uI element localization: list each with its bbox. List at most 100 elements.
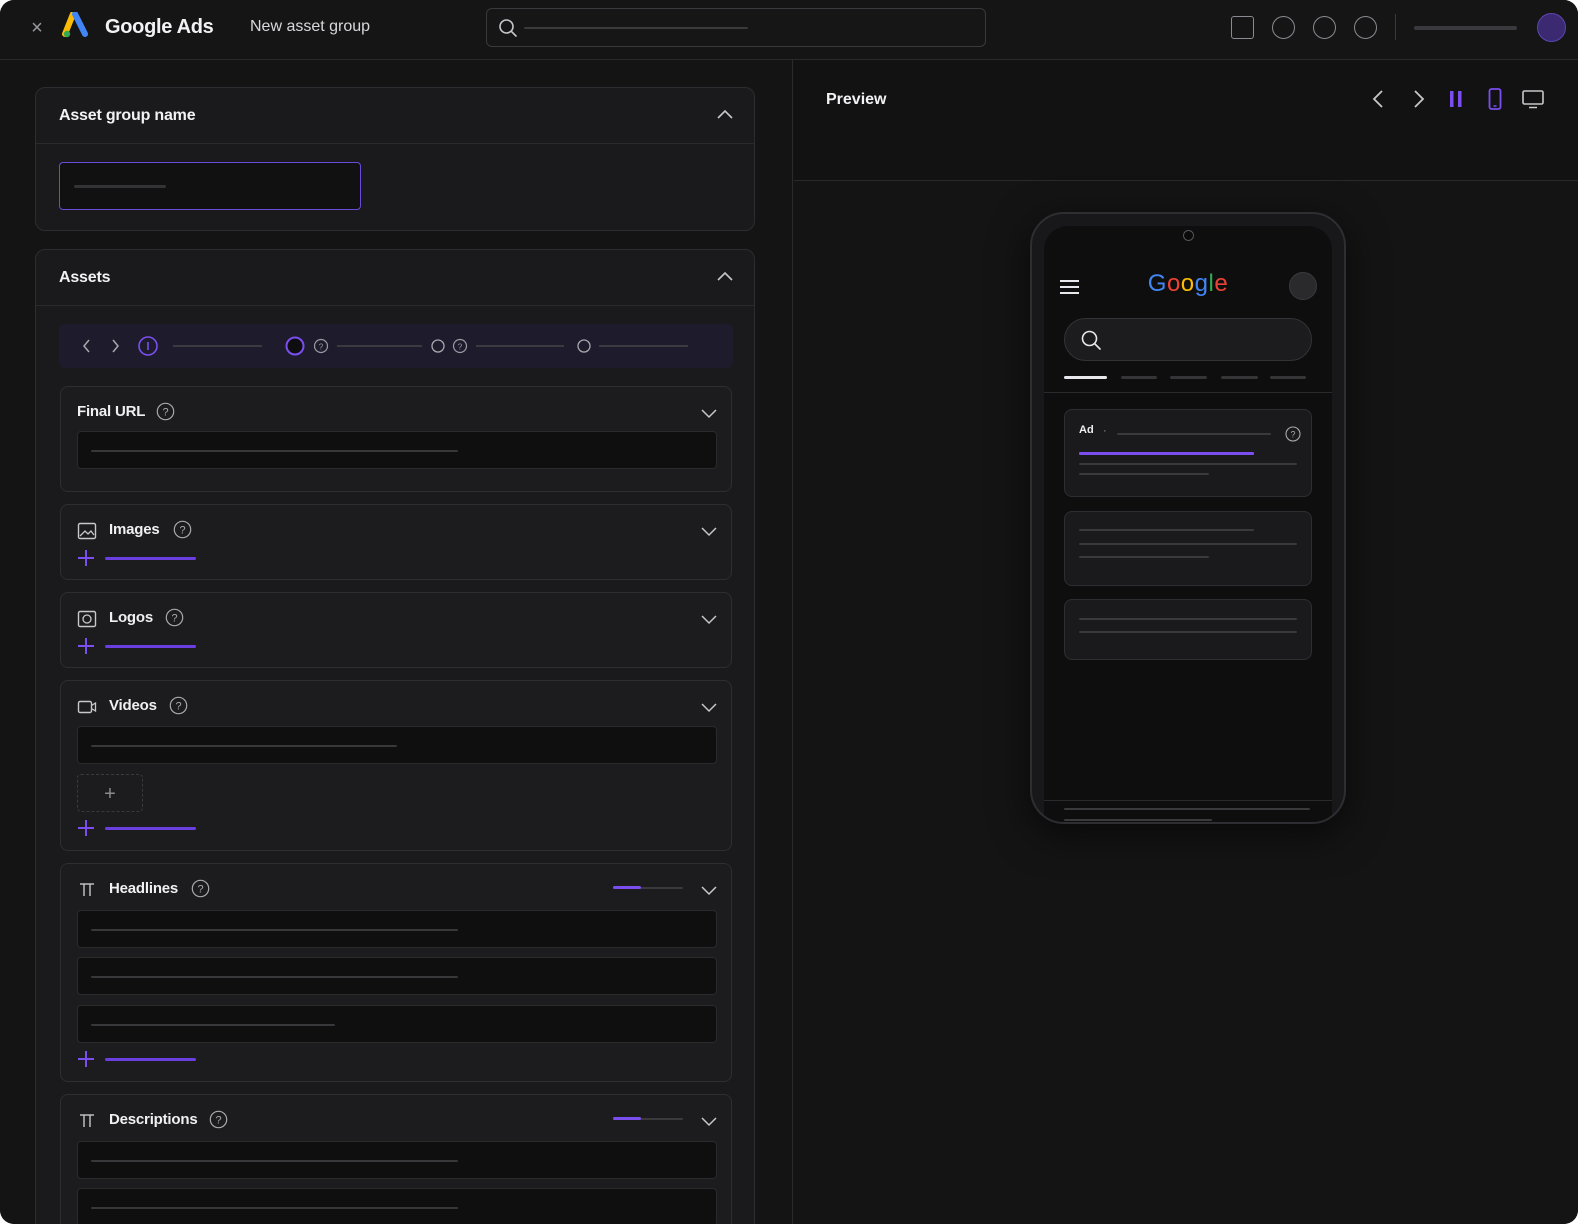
plus-icon: [78, 550, 94, 566]
help-icon[interactable]: ?: [191, 879, 210, 898]
asset-stepper: ? ?: [59, 324, 733, 368]
input-placeholder: [91, 745, 397, 747]
meter-fill: [613, 886, 641, 889]
svg-text:?: ?: [319, 343, 324, 352]
ad-result-card: Ad · ?: [1064, 409, 1312, 497]
chevron-right-icon[interactable]: [1407, 88, 1429, 110]
ad-headline-line: [1079, 452, 1254, 455]
input-placeholder: [91, 1160, 458, 1162]
search-icon: [499, 19, 517, 37]
tab: [1170, 376, 1207, 379]
video-icon: [77, 700, 97, 714]
result-card: [1064, 511, 1312, 586]
logo-letter: o: [1166, 270, 1181, 297]
asset-group-name-card: Asset group name: [35, 87, 755, 231]
chevron-down-icon[interactable]: [701, 699, 717, 715]
refresh-button[interactable]: [1313, 16, 1336, 39]
svg-text:?: ?: [1290, 430, 1295, 440]
avatar[interactable]: [1537, 13, 1566, 42]
videos-section: Videos ? +: [60, 680, 732, 851]
grid-button[interactable]: [1231, 16, 1254, 39]
chevron-down-icon[interactable]: [701, 523, 717, 539]
left-panel: Asset group name Assets ? ? Final URL ? …: [0, 60, 793, 1224]
description-strength-meter: [613, 1117, 683, 1120]
logo-icon: [77, 610, 97, 628]
help-icon[interactable]: ?: [165, 608, 184, 627]
card-header[interactable]: Asset group name: [36, 88, 754, 144]
section-label: Final URL: [77, 403, 146, 420]
account-name[interactable]: [1414, 26, 1517, 30]
section-label: Logos: [109, 609, 153, 626]
asset-group-name-input[interactable]: [59, 162, 361, 210]
chevron-down-icon[interactable]: [701, 405, 717, 421]
step-icon: [577, 339, 591, 353]
svg-text:?: ?: [458, 343, 463, 352]
help-icon[interactable]: ?: [209, 1110, 228, 1129]
desktop-device-icon[interactable]: [1522, 88, 1544, 110]
mobile-search-bar: [1064, 318, 1312, 361]
preview-title: Preview: [826, 91, 887, 108]
mobile-tabs: [1064, 376, 1312, 380]
image-icon: [77, 522, 97, 540]
description-input[interactable]: [77, 1141, 717, 1179]
headline-input[interactable]: [77, 1005, 717, 1043]
final-url-input[interactable]: [77, 431, 717, 469]
help-icon: ?: [1285, 426, 1301, 442]
chevron-up-icon[interactable]: [716, 268, 734, 286]
pause-icon[interactable]: [1445, 88, 1467, 110]
tab-active: [1064, 376, 1107, 379]
logo-letter: e: [1214, 270, 1229, 297]
chevron-left-icon[interactable]: [1368, 88, 1390, 110]
card-header[interactable]: Assets: [36, 250, 754, 306]
help-icon[interactable]: ?: [156, 402, 175, 421]
chevron-down-icon[interactable]: [701, 611, 717, 627]
plus-icon: [78, 820, 94, 836]
input-placeholder: [91, 1024, 335, 1026]
search-icon: [1081, 330, 1101, 350]
svg-text:?: ?: [162, 407, 168, 419]
stepper-graphic: ? ?: [83, 336, 688, 356]
tab: [1221, 376, 1258, 379]
app-title: Google Ads: [105, 16, 214, 38]
logo-letter: G: [1147, 270, 1167, 297]
phone-mockup: Google Ad · ?: [1030, 212, 1346, 824]
chevron-down-icon[interactable]: [701, 1113, 717, 1129]
headline-input[interactable]: [77, 910, 717, 948]
help-icon[interactable]: ?: [173, 520, 192, 539]
description-input[interactable]: [77, 1188, 717, 1224]
add-label: [105, 645, 196, 648]
help-button[interactable]: [1354, 16, 1377, 39]
step-icon: [431, 339, 445, 353]
mobile-device-icon[interactable]: [1484, 88, 1506, 110]
video-upload-tile[interactable]: +: [77, 774, 143, 812]
section-label: Images: [109, 521, 160, 538]
camera-icon: [1183, 230, 1194, 241]
video-url-input[interactable]: [77, 726, 717, 764]
divider: [1044, 392, 1332, 393]
final-url-section: Final URL ?: [60, 386, 732, 492]
footer-lines: [1064, 806, 1312, 822]
images-section: Images ?: [60, 504, 732, 580]
logos-section: Logos ?: [60, 592, 732, 668]
tools-button[interactable]: [1272, 16, 1295, 39]
ad-url-line: [1117, 433, 1271, 435]
search-input[interactable]: [486, 8, 986, 47]
card-title: Assets: [59, 269, 111, 286]
logo-letter: o: [1180, 270, 1195, 297]
result-line: [1079, 529, 1254, 531]
close-icon[interactable]: ×: [27, 17, 47, 40]
chevron-down-icon[interactable]: [701, 882, 717, 898]
page-title: New asset group: [250, 18, 371, 35]
ad-text-line: [1079, 463, 1297, 465]
headline-input[interactable]: [77, 957, 717, 995]
section-label: Headlines: [109, 880, 179, 897]
chevron-up-icon[interactable]: [716, 106, 734, 124]
avatar: [1289, 272, 1317, 300]
svg-text:?: ?: [179, 525, 185, 537]
search-placeholder: [524, 27, 748, 29]
logo-letter: g: [1194, 270, 1209, 297]
help-icon[interactable]: ?: [169, 696, 188, 715]
add-label: [105, 1058, 196, 1061]
headline-strength-meter: [613, 886, 683, 889]
add-label: [105, 557, 196, 560]
